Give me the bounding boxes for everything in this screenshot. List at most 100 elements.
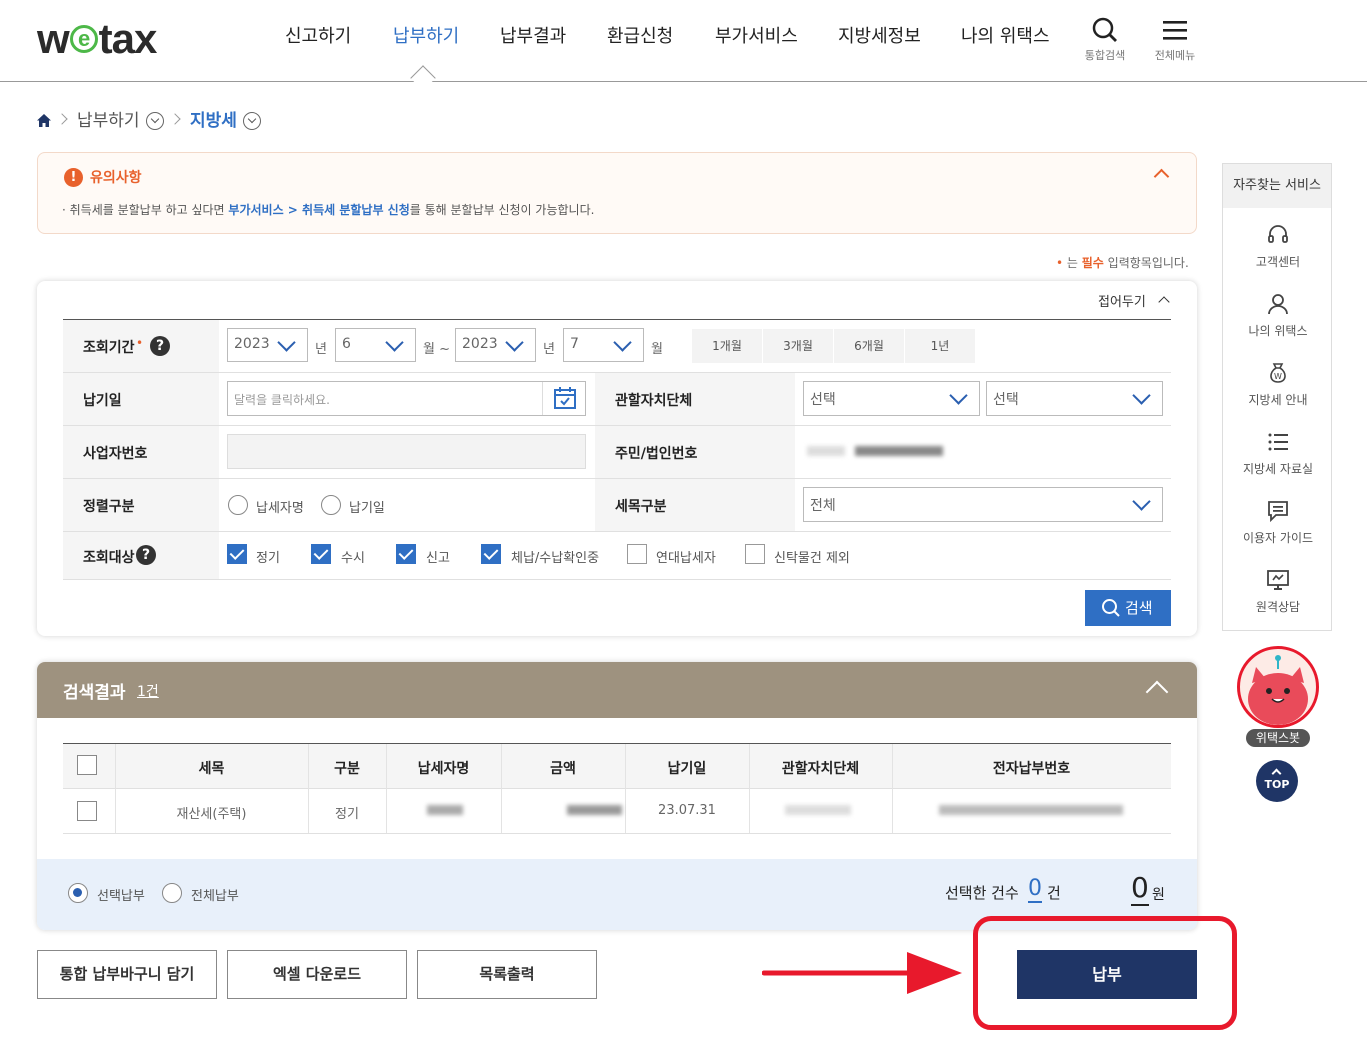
target-checkbox-regular[interactable]: [227, 544, 247, 564]
search-label: 통합검색: [1084, 49, 1126, 62]
pay-all-label: 전체납부: [191, 889, 239, 904]
help-icon[interactable]: ?: [150, 336, 170, 356]
sort-radio-due[interactable]: [321, 495, 341, 515]
add-to-cart-button[interactable]: 통합 납부바구니 담기: [37, 950, 217, 999]
results-header: [37, 662, 1197, 718]
sort-option-name: 납세자명: [256, 501, 304, 516]
wetax-logo[interactable]: w e tax: [37, 16, 157, 62]
cell-due-date: 23.07.31: [658, 803, 716, 818]
target-checkbox-joint[interactable]: [627, 544, 647, 564]
target-checkbox-trust[interactable]: [745, 544, 765, 564]
due-date-input[interactable]: 달력을 클릭하세요.: [227, 381, 586, 416]
total-amount: 0: [1131, 871, 1149, 906]
end-month-select[interactable]: 7: [563, 328, 644, 362]
pay-selected-radio[interactable]: [68, 883, 88, 903]
quick-service-panel: 자주찾는 서비스 고객센터 나의 위택스 W 지방세 안내 지방세 자료실 이용…: [1222, 163, 1332, 631]
period-3month-button[interactable]: 3개월: [763, 329, 834, 363]
amount-unit: 원: [1152, 887, 1165, 903]
wetax-bot-label: 위택스봇: [1246, 729, 1310, 747]
period-6month-button[interactable]: 6개월: [834, 329, 905, 363]
row-divider: [63, 372, 1171, 373]
side-item-remote-support[interactable]: 원격상담: [1223, 568, 1333, 615]
headset-icon: [1268, 225, 1288, 243]
period-1month-button[interactable]: 1개월: [692, 329, 763, 363]
start-month-select[interactable]: 6: [335, 328, 416, 362]
business-no-input[interactable]: [227, 434, 586, 469]
list-icon: [1268, 433, 1288, 451]
home-icon[interactable]: [36, 113, 52, 128]
year-unit: 년: [543, 342, 555, 357]
row-checkbox[interactable]: [77, 801, 97, 821]
side-item-label: 원격상담: [1255, 600, 1301, 614]
quick-service-title: 자주찾는 서비스: [1223, 164, 1331, 208]
notice-link[interactable]: 부가서비스 > 취득세 분할납부 신청: [228, 203, 409, 217]
side-item-user-guide[interactable]: 이용자 가이드: [1223, 499, 1333, 546]
side-item-label: 지방세 자료실: [1242, 462, 1314, 476]
chat-icon: [1268, 501, 1288, 523]
pay-button[interactable]: 납부: [1017, 950, 1197, 999]
period-1year-button[interactable]: 1년: [905, 329, 976, 363]
help-icon[interactable]: ?: [136, 545, 156, 565]
side-item-local-tax-guide[interactable]: W 지방세 안내: [1223, 361, 1333, 408]
cell-tax-item: 재산세(주택): [176, 807, 247, 822]
nav-item-report[interactable]: 신고하기: [285, 24, 351, 50]
bot-avatar-icon: [1248, 655, 1308, 725]
pay-selected-label: 선택납부: [97, 889, 145, 904]
top-label: TOP: [1264, 778, 1290, 791]
breadcrumb-dropdown-icon[interactable]: [243, 112, 261, 130]
collapse-label[interactable]: 접어두기: [1098, 291, 1146, 310]
select-all-checkbox[interactable]: [77, 755, 97, 775]
month-unit: 월 ~: [423, 342, 450, 357]
target-checkbox-occasional[interactable]: [311, 544, 331, 564]
target-checkbox-arrears[interactable]: [481, 544, 501, 564]
target-option-report: 신고: [426, 551, 450, 566]
tax-type-label: 세목구분: [615, 499, 667, 515]
breadcrumb-local-tax[interactable]: 지방세: [190, 110, 237, 132]
nav-item-refund[interactable]: 환급신청: [607, 24, 673, 50]
authority-select-2[interactable]: 선택: [986, 381, 1163, 416]
excel-download-button[interactable]: 엑셀 다운로드: [227, 950, 407, 999]
col-amount: 금액: [550, 761, 576, 777]
search-button[interactable]: 통합검색: [1080, 16, 1130, 63]
collapse-chevron-icon[interactable]: [1153, 168, 1170, 185]
authority-select-1[interactable]: 선택: [803, 381, 980, 416]
side-item-customer-center[interactable]: 고객센터: [1223, 223, 1333, 270]
col-due-date: 납기일: [667, 761, 707, 777]
nav-item-pay[interactable]: 납부하기: [393, 24, 459, 50]
calendar-icon[interactable]: [553, 386, 577, 411]
side-item-label: 나의 위택스: [1248, 324, 1308, 338]
row-divider: [63, 478, 1171, 479]
side-item-my-wetax[interactable]: 나의 위택스: [1223, 292, 1333, 339]
print-list-button[interactable]: 목록출력: [417, 950, 597, 999]
target-checkbox-report[interactable]: [396, 544, 416, 564]
person-icon: [1268, 294, 1288, 315]
resident-no-redacted: [855, 446, 943, 456]
breadcrumb-dropdown-icon[interactable]: [146, 112, 164, 130]
start-year-select[interactable]: 2023: [227, 328, 308, 362]
col-payment-no: 전자납부번호: [992, 761, 1071, 777]
end-year-select[interactable]: 2023: [455, 328, 536, 362]
resident-no-redacted: [807, 446, 845, 456]
wetax-bot-button[interactable]: [1237, 646, 1319, 728]
nav-item-my-wetax[interactable]: 나의 위택스: [961, 24, 1050, 50]
scroll-top-button[interactable]: TOP: [1256, 760, 1298, 802]
nav-item-pay-result[interactable]: 납부결과: [500, 24, 566, 50]
row-divider: [63, 833, 1171, 834]
selected-count-label: 선택한 건수: [945, 884, 1019, 902]
due-date-label: 납기일: [83, 393, 122, 409]
svg-text:W: W: [1274, 372, 1282, 381]
sort-radio-name[interactable]: [228, 495, 248, 515]
arrow-annotation-icon: [762, 952, 962, 994]
breadcrumb-pay[interactable]: 납부하기: [77, 110, 140, 132]
sort-label: 정렬구분: [83, 499, 135, 515]
business-no-label: 사업자번호: [83, 446, 148, 462]
row-divider: [63, 531, 1171, 532]
search-submit-button[interactable]: 검색: [1085, 590, 1171, 626]
nav-item-extra-services[interactable]: 부가서비스: [715, 24, 798, 50]
cell-taxpayer-redacted: [427, 805, 463, 815]
side-item-local-tax-library[interactable]: 지방세 자료실: [1223, 430, 1333, 477]
all-menu-button[interactable]: 전체메뉴: [1150, 16, 1200, 63]
pay-all-radio[interactable]: [162, 883, 182, 903]
tax-type-select[interactable]: 전체: [803, 487, 1163, 522]
nav-item-local-tax-info[interactable]: 지방세정보: [838, 24, 921, 50]
